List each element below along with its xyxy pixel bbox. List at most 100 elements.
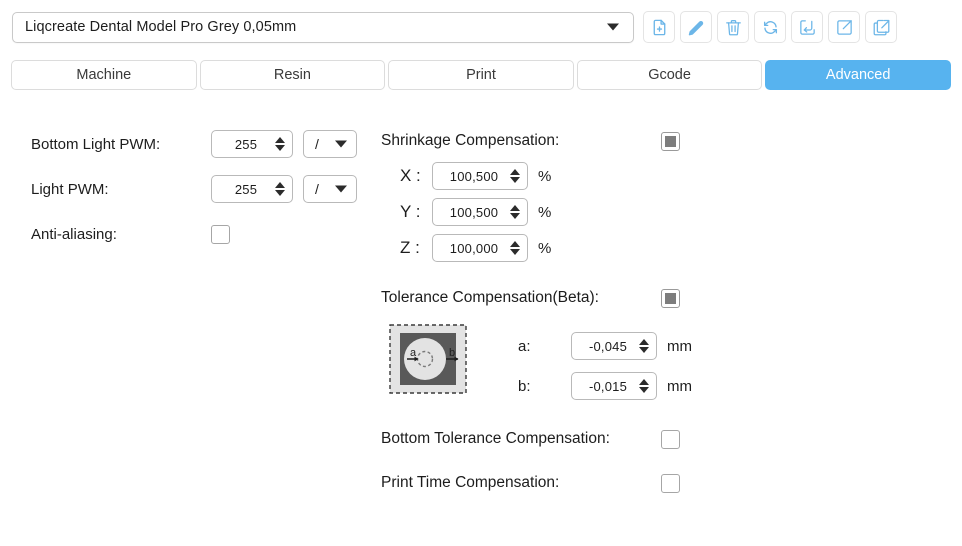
bottom-light-pwm-input[interactable]: 255	[211, 130, 293, 158]
import-button[interactable]	[791, 11, 823, 43]
bottom-tolerance-compensation-label: Bottom Tolerance Compensation:	[381, 430, 610, 447]
chevron-down-icon[interactable]	[607, 23, 619, 31]
arrow-up-icon[interactable]	[510, 169, 520, 175]
new-file-icon	[653, 19, 665, 35]
bottom-light-pwm-label: Bottom Light PWM:	[31, 135, 161, 153]
arrow-down-icon[interactable]	[510, 213, 520, 219]
new-profile-button[interactable]	[643, 11, 675, 43]
refresh-button[interactable]	[754, 11, 786, 43]
print-time-compensation-label: Print Time Compensation:	[381, 474, 560, 491]
top-toolbar: Liqcreate Dental Model Pro Grey 0,05mm	[0, 0, 962, 54]
arrow-up-icon[interactable]	[639, 379, 649, 385]
tolerance-fields: a: -0,045 mm b: -0,015 mm	[518, 326, 692, 406]
tab-print-label: Print	[466, 67, 496, 83]
shrinkage-z-label: Z :	[400, 238, 420, 257]
shrinkage-compensation-checkbox[interactable]	[661, 131, 680, 151]
arrow-down-icon[interactable]	[510, 177, 520, 183]
shrinkage-compensation-row: Shrinkage Compensation:	[381, 124, 941, 158]
arrow-up-icon[interactable]	[510, 205, 520, 211]
shrinkage-z-input[interactable]: 100,000	[432, 234, 528, 262]
export-arrow-icon	[836, 19, 852, 35]
trash-icon	[725, 19, 741, 35]
refresh-icon	[763, 20, 777, 34]
tolerance-diagram-icon: a b	[389, 324, 467, 394]
print-time-compensation-row: Print Time Compensation:	[381, 461, 941, 505]
profile-select-value: Liqcreate Dental Model Pro Grey 0,05mm	[25, 19, 297, 35]
arrow-down-icon[interactable]	[275, 145, 285, 151]
light-pwm-row: Light PWM: 255 /	[31, 169, 371, 209]
tolerance-a-unit: mm	[667, 337, 692, 355]
tab-bar: Machine Resin Print Gcode Advanced	[11, 60, 951, 90]
shrinkage-x-unit: %	[538, 167, 552, 185]
tolerance-diagram-label-b: b	[449, 347, 455, 359]
chevron-down-icon[interactable]	[335, 185, 347, 193]
spinner-arrows-icon[interactable]	[639, 339, 649, 353]
import-arrow-icon	[799, 19, 815, 35]
bottom-light-pwm-row: Bottom Light PWM: 255 /	[31, 124, 371, 164]
shrinkage-x-label: X :	[400, 166, 421, 185]
tolerance-b-input[interactable]: -0,015	[571, 372, 657, 400]
toolbar-buttons	[643, 11, 897, 43]
arrow-down-icon[interactable]	[639, 347, 649, 353]
export-button[interactable]	[828, 11, 860, 43]
tolerance-diagram: a b	[389, 324, 467, 394]
shrinkage-y-row: Y : 100,500 %	[381, 194, 941, 230]
tolerance-compensation-label: Tolerance Compensation(Beta):	[381, 289, 599, 306]
tolerance-compensation-checkbox[interactable]	[661, 288, 680, 308]
arrow-up-icon[interactable]	[510, 241, 520, 247]
shrinkage-x-row: X : 100,500 %	[381, 158, 941, 194]
arrow-up-icon[interactable]	[639, 339, 649, 345]
duplicate-export-icon	[873, 19, 889, 35]
shrinkage-y-label: Y :	[400, 202, 421, 221]
bottom-tolerance-compensation-checkbox[interactable]	[661, 429, 680, 449]
tolerance-a-label: a:	[518, 337, 531, 355]
spinner-arrows-icon[interactable]	[510, 241, 520, 255]
tolerance-compensation-row: Tolerance Compensation(Beta):	[381, 281, 941, 315]
tab-machine[interactable]: Machine	[11, 60, 197, 90]
arrow-down-icon[interactable]	[275, 190, 285, 196]
tab-resin-label: Resin	[273, 67, 311, 83]
bottom-light-pwm-unit-value: /	[315, 136, 319, 152]
tolerance-b-label: b:	[518, 377, 531, 395]
tolerance-diagram-label-a: a	[410, 347, 417, 359]
shrinkage-y-input[interactable]: 100,500	[432, 198, 528, 226]
light-pwm-label: Light PWM:	[31, 180, 109, 198]
tolerance-settings-block: a b a: -0,045 mm b: -0,015 mm	[381, 324, 941, 406]
left-settings-column: Bottom Light PWM: 255 / Light PWM: 255 /…	[31, 124, 371, 259]
arrow-down-icon[interactable]	[510, 249, 520, 255]
arrow-down-icon[interactable]	[639, 387, 649, 393]
tab-print[interactable]: Print	[388, 60, 574, 90]
spinner-arrows-icon[interactable]	[275, 182, 285, 196]
light-pwm-unit-select[interactable]: /	[303, 175, 357, 203]
tab-advanced-label: Advanced	[825, 67, 891, 83]
delete-profile-button[interactable]	[717, 11, 749, 43]
print-time-compensation-checkbox[interactable]	[661, 473, 680, 493]
light-pwm-unit-value: /	[315, 181, 319, 197]
tab-machine-label: Machine	[76, 67, 132, 83]
shrinkage-compensation-label: Shrinkage Compensation:	[381, 132, 560, 149]
shrinkage-z-unit: %	[538, 239, 552, 257]
arrow-up-icon[interactable]	[275, 182, 285, 188]
tab-resin[interactable]: Resin	[199, 60, 386, 90]
arrow-up-icon[interactable]	[275, 137, 285, 143]
light-pwm-input[interactable]: 255	[211, 175, 293, 203]
right-settings-column: Shrinkage Compensation: X : 100,500 % Y …	[381, 124, 941, 505]
anti-aliasing-checkbox[interactable]	[211, 224, 230, 244]
tolerance-a-input[interactable]: -0,045	[571, 332, 657, 360]
spinner-arrows-icon[interactable]	[510, 169, 520, 183]
bottom-light-pwm-unit-select[interactable]: /	[303, 130, 357, 158]
profile-select[interactable]: Liqcreate Dental Model Pro Grey 0,05mm	[12, 11, 634, 43]
shrinkage-x-input[interactable]: 100,500	[432, 162, 528, 190]
tab-gcode[interactable]: Gcode	[576, 60, 763, 90]
chevron-down-icon[interactable]	[335, 140, 347, 148]
spinner-arrows-icon[interactable]	[639, 379, 649, 393]
spinner-arrows-icon[interactable]	[275, 137, 285, 151]
tab-advanced[interactable]: Advanced	[765, 60, 951, 90]
anti-aliasing-label: Anti-aliasing:	[31, 225, 117, 243]
shrinkage-z-row: Z : 100,000 %	[381, 230, 941, 266]
export-copy-button[interactable]	[865, 11, 897, 43]
shrinkage-y-unit: %	[538, 203, 552, 221]
tolerance-b-unit: mm	[667, 377, 692, 395]
edit-profile-button[interactable]	[680, 11, 712, 43]
spinner-arrows-icon[interactable]	[510, 205, 520, 219]
